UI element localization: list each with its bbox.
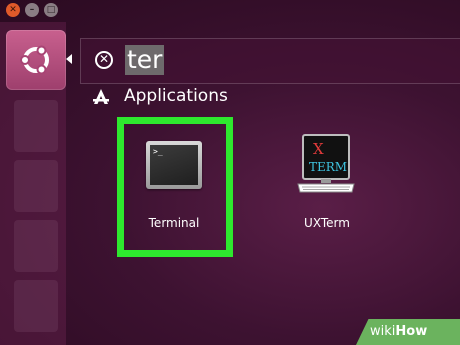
window-controls: ✕ – □	[6, 3, 58, 17]
clear-search-icon[interactable]: ✕	[95, 51, 113, 69]
terminal-prompt: >_	[153, 147, 163, 156]
launcher-item[interactable]	[14, 220, 58, 272]
wikihow-watermark: wikiHow	[356, 319, 460, 345]
terminal-icon[interactable]: >_	[146, 141, 202, 189]
maximize-window-button[interactable]: □	[44, 3, 58, 17]
dash-home-button[interactable]	[6, 30, 66, 90]
close-window-button[interactable]: ✕	[6, 3, 20, 17]
minimize-window-button[interactable]: –	[25, 3, 39, 17]
applications-category-icon	[93, 89, 109, 104]
launcher-item[interactable]	[14, 280, 58, 332]
terminal-app-label[interactable]: Terminal	[137, 216, 211, 230]
active-launcher-arrow-icon	[66, 54, 72, 64]
uxterm-icon-term: TERM	[309, 160, 347, 174]
category-heading: Applications	[124, 86, 228, 106]
search-input[interactable]: ter	[125, 45, 165, 75]
uxterm-icon-x: X	[313, 140, 324, 158]
ubuntu-logo-icon	[20, 45, 49, 75]
watermark-prefix: wiki	[370, 324, 396, 339]
uxterm-icon[interactable]: X TERM	[294, 132, 358, 198]
launcher-item[interactable]	[14, 100, 58, 152]
dash-search-bar[interactable]: ✕ ter	[80, 38, 460, 84]
watermark-suffix: How	[395, 324, 428, 339]
uxterm-app-label[interactable]: UXTerm	[290, 216, 364, 230]
terminal-screen: >_	[150, 145, 198, 185]
launcher-item[interactable]	[14, 160, 58, 212]
